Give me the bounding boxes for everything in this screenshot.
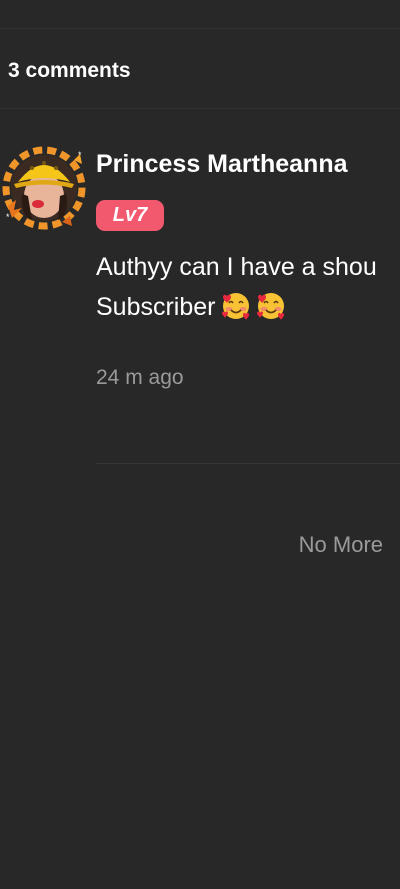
comments-header: 3 comments	[0, 29, 400, 108]
comment-timestamp: 24 m ago	[96, 366, 184, 389]
level-badge: Lv7	[96, 200, 164, 231]
comment-text-line-2: Subscriber	[96, 287, 400, 333]
comment-item[interactable]: * * Princess Martheanna Lv7 Authyy can I…	[0, 109, 400, 464]
comments-screen: 3 comments * * Princess Martheanna Lv7 A…	[0, 0, 400, 889]
comment-text: Authyy can I have a shou Subscriber	[96, 247, 400, 333]
comment-username[interactable]: Princess Martheanna	[96, 150, 348, 179]
smiling-face-with-hearts-icon	[256, 291, 286, 333]
avatar[interactable]: * *	[2, 146, 86, 230]
comment-divider	[96, 463, 400, 464]
svg-text:*: *	[78, 150, 82, 160]
smiling-face-with-hearts-icon	[221, 291, 251, 333]
no-more-label: No More	[298, 532, 383, 557]
svg-text:*: *	[6, 212, 10, 222]
comment-text-line-1: Authyy can I have a shou	[96, 253, 377, 281]
comment-text-word: Subscriber	[96, 293, 216, 321]
comment-count: 3 comments	[8, 59, 131, 82]
